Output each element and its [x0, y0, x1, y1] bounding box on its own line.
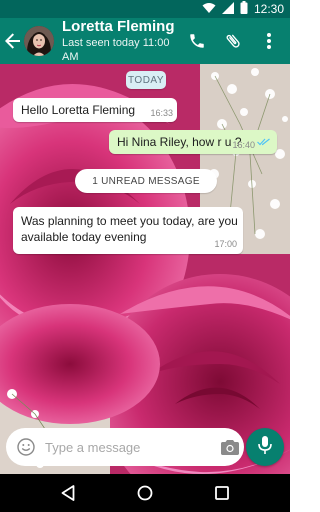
status-time: 12:30 — [253, 2, 284, 16]
avatar[interactable] — [24, 26, 54, 56]
mic-icon — [258, 435, 272, 459]
status-bar: 12:30 — [0, 0, 290, 18]
attach-icon[interactable] — [222, 30, 244, 52]
recents-square-icon[interactable] — [210, 481, 234, 505]
message-time: 16:33 — [150, 108, 173, 118]
back-arrow-icon[interactable] — [3, 18, 23, 64]
message-text: Hello Loretta Fleming — [21, 103, 136, 117]
more-icon[interactable] — [258, 30, 280, 52]
chat-header: Loretta Fleming Last seen today 11:00 AM — [0, 18, 290, 64]
back-triangle-icon[interactable] — [56, 481, 80, 505]
battery-icon — [240, 1, 248, 17]
phone-icon[interactable] — [186, 30, 208, 52]
message-bubble-incoming[interactable]: Was planning to meet you today, are you … — [13, 207, 243, 254]
message-time: 16:40 — [232, 140, 255, 150]
message-input[interactable] — [45, 439, 221, 455]
contact-info[interactable]: Loretta Fleming Last seen today 11:00 AM — [62, 18, 186, 64]
home-circle-icon[interactable] — [133, 481, 157, 505]
read-ticks-icon — [257, 135, 271, 149]
last-seen-status: Last seen today 11:00 AM — [62, 37, 170, 63]
chat-screen: 12:30 Loretta Fleming Last seen today 11… — [0, 0, 290, 512]
unread-messages-divider: 1 UNREAD MESSAGE — [75, 169, 217, 193]
message-text: Was planning to meet you today, are you … — [21, 214, 238, 244]
message-bubble-outgoing[interactable]: Hi Nina Riley, how r u ? 16:40 — [109, 130, 277, 154]
signal-icon — [221, 1, 234, 17]
message-time: 17:00 — [214, 239, 237, 249]
wifi-icon — [202, 2, 216, 17]
message-bubble-incoming[interactable]: Hello Loretta Fleming 16:33 — [13, 98, 177, 122]
date-chip: TODAY — [126, 71, 166, 89]
contact-name: Loretta Fleming — [62, 18, 175, 35]
emoji-icon[interactable] — [17, 437, 35, 457]
camera-icon[interactable] — [221, 436, 239, 458]
message-text: Hi Nina Riley, how r u ? — [117, 135, 242, 149]
message-composer — [6, 428, 244, 466]
chat-wallpaper — [0, 64, 290, 474]
mic-button[interactable] — [246, 428, 284, 466]
system-nav-bar — [0, 474, 290, 512]
